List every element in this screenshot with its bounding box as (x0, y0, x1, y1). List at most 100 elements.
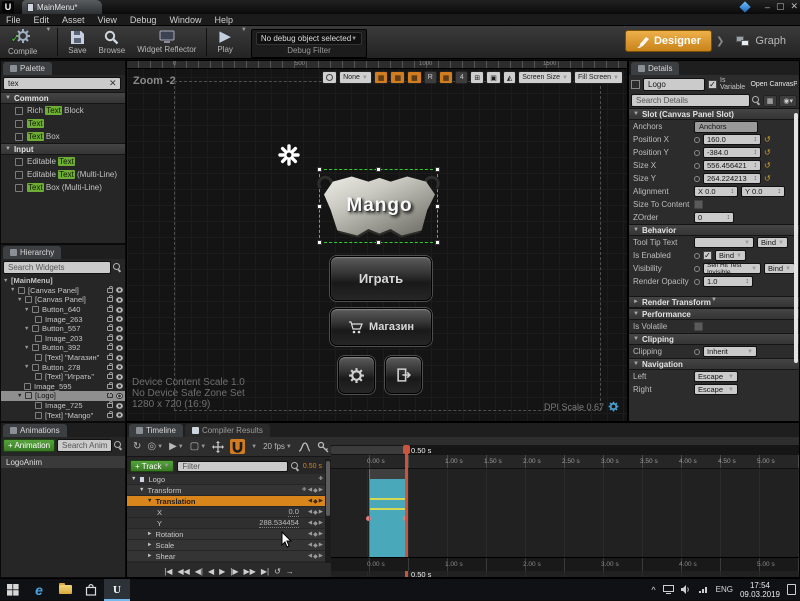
clipping-dropdown[interactable]: Inherit▼ (703, 346, 757, 357)
section-performance[interactable]: ▼ Performance (629, 308, 799, 320)
next-key-button[interactable]: |▶ (230, 567, 238, 576)
palette-section-common[interactable]: ▼ Common (1, 92, 125, 104)
tree-item-image-595[interactable]: Image_595 (1, 382, 125, 392)
timeline-ruler[interactable]: 0.00 s 1.00 s 1.50 s 2.00 s 2.50 s 3.00 … (331, 455, 800, 469)
minimize-button[interactable]: – (765, 2, 770, 12)
outline-toggle-button[interactable]: ⊞ (470, 71, 484, 84)
lock-icon[interactable] (107, 355, 113, 360)
tree-item-text-mango[interactable]: [Text] "Mango" (1, 410, 125, 420)
lock-icon[interactable] (107, 403, 113, 408)
tree-item-mainmenu[interactable]: ▼[MainMenu] (1, 276, 125, 286)
playback-options-icon[interactable]: ▶▼ (169, 441, 184, 452)
track-translation-x[interactable]: X 0.0 ◀◆▶ (127, 507, 325, 518)
add-track-button[interactable]: + Track ▼ (130, 460, 174, 472)
eye-icon[interactable] (116, 297, 123, 303)
fps-dropdown[interactable]: 20 fps▼ (263, 442, 292, 451)
tree-item-text-shop[interactable]: [Text] "Магазин" (1, 353, 125, 363)
selection-handle[interactable] (435, 204, 440, 209)
loop-button[interactable]: ↺ (274, 567, 281, 576)
eye-icon[interactable] (116, 403, 123, 409)
eye-icon[interactable] (116, 364, 123, 370)
zorder-field[interactable]: 0↕ (694, 212, 734, 223)
palette-item-rich-text-block[interactable]: Rich Text Block (1, 104, 125, 117)
range-thumb[interactable] (331, 446, 409, 454)
is-variable-checkbox[interactable] (708, 80, 717, 89)
spinner-icon[interactable]: ↕ (754, 175, 758, 182)
add-key-button[interactable]: ✚ (318, 476, 323, 482)
anchors-dropdown[interactable]: Anchors ▼ (694, 121, 758, 133)
play-reverse-button[interactable]: ◀ (208, 567, 214, 576)
auto-key-icon[interactable] (212, 441, 224, 453)
view-options-icon[interactable]: ◉▾ (779, 95, 797, 107)
behavior-expander[interactable]: ▼ (629, 288, 799, 296)
menu-view[interactable]: View (98, 15, 117, 25)
visibility-dropdown[interactable]: Self Hit Test Invisible▼ (703, 263, 761, 274)
timeline-lanes[interactable]: 0.00 s 1.00 s 1.50 s 2.00 s 2.50 s 3.00 … (331, 445, 800, 578)
debug-object-dropdown[interactable]: No debug object selected ▼ (256, 32, 362, 45)
curve-editor-icon[interactable] (298, 442, 311, 452)
eye-icon[interactable] (116, 374, 123, 380)
tree-item-button-278[interactable]: ▼Button_278 (1, 362, 125, 372)
play-dropdown-icon[interactable]: ▼ (241, 27, 247, 33)
logo-widget[interactable]: Mango (324, 174, 435, 238)
display-icon[interactable] (663, 585, 674, 594)
key-navigation[interactable]: ◀◆▶ (308, 542, 323, 549)
lock-icon[interactable] (107, 326, 113, 331)
animation-section-block[interactable] (369, 479, 406, 557)
key-navigation[interactable]: ◀◆▶ (308, 553, 323, 560)
spinner-icon[interactable]: ↕ (754, 149, 758, 156)
play-button[interactable]: ▶ Play (213, 27, 237, 57)
key-navigation[interactable]: ◀◆▶ (308, 498, 323, 505)
selection-handle[interactable] (435, 167, 440, 172)
render-opacity-field[interactable]: 1.0↕ (703, 276, 753, 287)
tab-palette[interactable]: Palette (3, 62, 52, 75)
revert-icon[interactable]: ↺ (764, 148, 771, 157)
lock-widget-button[interactable]: ▦ (390, 71, 405, 84)
record-icon[interactable]: ◎▼ (147, 441, 163, 452)
compile-button[interactable]: ✓ Compile (4, 27, 41, 57)
tab-hierarchy[interactable]: Hierarchy (3, 246, 61, 259)
eye-icon[interactable] (116, 307, 123, 313)
is-enabled-checkbox[interactable] (703, 251, 712, 260)
anchor-preset-button[interactable] (322, 71, 337, 84)
taskbar-store-button[interactable] (78, 579, 104, 601)
scale-snap-button[interactable]: ▦ (439, 71, 454, 84)
key-navigation[interactable]: ◀◆▶ (308, 509, 323, 516)
eye-icon[interactable] (116, 412, 123, 418)
designer-mode-button[interactable]: Designer (625, 30, 712, 52)
tree-item-button-640[interactable]: ▼Button_640 (1, 305, 125, 315)
selection-handle[interactable] (435, 240, 440, 245)
save-animation-icon[interactable]: ↻ (133, 441, 141, 452)
key-navigation[interactable]: ◀◆▶ (308, 520, 323, 527)
spinner-icon[interactable]: ↕ (754, 136, 758, 143)
asset-tab[interactable]: MainMenu* (22, 0, 102, 14)
track-filter-input[interactable] (177, 461, 288, 472)
notification-center-icon[interactable] (787, 584, 796, 595)
tab-details[interactable]: Details (631, 62, 679, 75)
next-frame-button[interactable]: ▶▶ (244, 567, 256, 576)
size-to-content-checkbox[interactable] (694, 200, 703, 209)
screen-size-dropdown[interactable]: Screen Size ▼ (518, 71, 572, 84)
tree-item-canvas-panel-2[interactable]: ▼[Canvas Panel] (1, 295, 125, 305)
section-slot[interactable]: ▼ Slot (Canvas Panel Slot) (629, 108, 799, 120)
track-scale[interactable]: ► Scale ◀◆▶ (127, 540, 325, 551)
widget-reflector-button[interactable]: Widget Reflector (133, 27, 200, 57)
visibility-bind-button[interactable]: Bind▼ (764, 263, 795, 274)
menu-edit[interactable]: Edit (34, 15, 50, 25)
track-rotation[interactable]: ► Rotation ◀◆▶ (127, 529, 325, 540)
tree-item-button-557[interactable]: ▼Button_557 (1, 324, 125, 334)
keyframe-options-icon[interactable]: ▢▼ (190, 441, 206, 452)
prev-key-button[interactable]: ◀| (195, 567, 203, 576)
widget-name-input[interactable] (643, 78, 705, 91)
add-animation-button[interactable]: + Animation (3, 439, 55, 452)
menu-window[interactable]: Window (169, 15, 201, 25)
lock-icon[interactable] (107, 317, 113, 322)
dpi-scale[interactable]: DPI Scale 0.67 (544, 401, 619, 412)
details-search-input[interactable] (631, 94, 750, 107)
spinner-icon[interactable]: ↕ (778, 188, 782, 195)
tab-animations[interactable]: Animations (3, 424, 67, 437)
lock-icon[interactable] (107, 393, 113, 398)
taskbar-file-explorer-button[interactable] (52, 579, 78, 601)
menu-file[interactable]: File (6, 15, 21, 25)
tab-timeline[interactable]: Timeline (129, 424, 183, 437)
